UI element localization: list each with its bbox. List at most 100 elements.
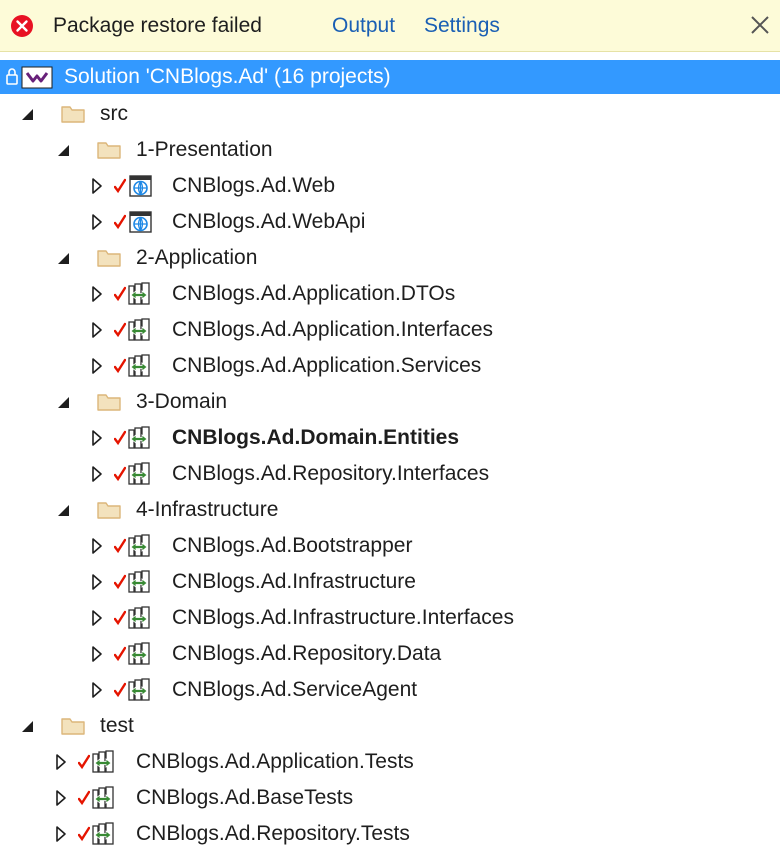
source-control-check-icon — [78, 790, 90, 806]
project-node[interactable]: CNBlogs.Ad.Bootstrapper — [0, 528, 780, 564]
class-library-project-icon — [128, 570, 150, 593]
project-node[interactable]: CNBlogs.Ad.Web — [0, 168, 780, 204]
folder-node[interactable]: 1-Presentation — [0, 132, 780, 168]
source-control-check-icon — [114, 538, 126, 554]
class-library-project-icon — [128, 606, 150, 629]
source-control-check-icon — [114, 610, 126, 626]
project-node[interactable]: CNBlogs.Ad.Repository.Interfaces — [0, 456, 780, 492]
folder-node[interactable]: test — [0, 708, 780, 744]
project-label: CNBlogs.Ad.Web — [172, 174, 336, 197]
project-node[interactable]: CNBlogs.Ad.BaseTests — [0, 780, 780, 816]
class-library-project-icon — [128, 318, 150, 341]
project-node[interactable]: CNBlogs.Ad.WebApi — [0, 204, 780, 240]
collapsed-arrow-icon[interactable] — [88, 681, 106, 699]
project-label: CNBlogs.Ad.WebApi — [172, 210, 366, 233]
folder-icon — [61, 718, 85, 735]
folder-node[interactable]: 4-Infrastructure — [0, 492, 780, 528]
expanded-arrow-icon[interactable] — [18, 717, 36, 735]
folder-icon — [97, 250, 121, 267]
project-label: CNBlogs.Ad.Application.Interfaces — [172, 318, 493, 341]
close-icon[interactable] — [748, 13, 772, 37]
source-control-check-icon — [114, 322, 126, 338]
collapsed-arrow-icon[interactable] — [88, 609, 106, 627]
collapsed-arrow-icon[interactable] — [88, 177, 106, 195]
solution-node[interactable]: Solution 'CNBlogs.Ad' (16 projects) — [0, 60, 780, 94]
solution-label: Solution 'CNBlogs.Ad' (16 projects) — [64, 65, 391, 88]
project-label: CNBlogs.Ad.Infrastructure.Interfaces — [172, 606, 514, 629]
project-node[interactable]: CNBlogs.Ad.Application.Tests — [0, 744, 780, 780]
folder-label: 1-Presentation — [136, 138, 273, 161]
error-icon — [11, 15, 33, 37]
project-node[interactable]: CNBlogs.Ad.Application.DTOs — [0, 276, 780, 312]
collapsed-arrow-icon[interactable] — [88, 213, 106, 231]
web-project-icon — [129, 175, 152, 197]
project-label: CNBlogs.Ad.ServiceAgent — [172, 678, 418, 701]
collapsed-arrow-icon[interactable] — [88, 357, 106, 375]
class-library-project-icon — [128, 642, 150, 665]
source-control-check-icon — [114, 646, 126, 662]
expanded-arrow-icon[interactable] — [54, 393, 72, 411]
project-node[interactable]: CNBlogs.Ad.ServiceAgent — [0, 672, 780, 708]
output-link[interactable]: Output — [332, 12, 395, 40]
info-bar: Package restore failed Output Settings — [0, 0, 780, 52]
web-project-icon — [129, 211, 152, 233]
class-library-project-icon — [128, 426, 150, 449]
solution-icon — [6, 66, 53, 89]
collapsed-arrow-icon[interactable] — [88, 645, 106, 663]
settings-link[interactable]: Settings — [424, 12, 500, 40]
class-library-project-icon — [128, 354, 150, 377]
folder-node[interactable]: 2-Application — [0, 240, 780, 276]
collapsed-arrow-icon[interactable] — [52, 825, 70, 843]
folder-label: 2-Application — [136, 246, 258, 269]
collapsed-arrow-icon[interactable] — [52, 789, 70, 807]
expanded-arrow-icon[interactable] — [54, 249, 72, 267]
class-library-project-icon — [92, 786, 114, 809]
source-control-check-icon — [114, 286, 126, 302]
expanded-arrow-icon[interactable] — [54, 141, 72, 159]
expanded-arrow-icon[interactable] — [18, 105, 36, 123]
project-label: CNBlogs.Ad.BaseTests — [136, 786, 354, 809]
project-node[interactable]: CNBlogs.Ad.Domain.Entities — [0, 420, 780, 456]
folder-icon — [97, 142, 121, 159]
source-control-check-icon — [114, 466, 126, 482]
source-control-check-icon — [114, 178, 126, 194]
class-library-project-icon — [128, 678, 150, 701]
project-node[interactable]: CNBlogs.Ad.Application.Services — [0, 348, 780, 384]
project-label: CNBlogs.Ad.Bootstrapper — [172, 534, 413, 557]
source-control-check-icon — [114, 682, 126, 698]
project-label: CNBlogs.Ad.Domain.Entities — [172, 426, 460, 449]
source-control-check-icon — [114, 430, 126, 446]
collapsed-arrow-icon[interactable] — [88, 537, 106, 555]
class-library-project-icon — [92, 750, 114, 773]
project-node[interactable]: CNBlogs.Ad.Application.Interfaces — [0, 312, 780, 348]
source-control-check-icon — [114, 214, 126, 230]
project-node[interactable]: CNBlogs.Ad.Infrastructure — [0, 564, 780, 600]
folder-label: test — [100, 714, 134, 737]
folder-node[interactable]: src — [0, 96, 780, 132]
project-label: CNBlogs.Ad.Application.Tests — [136, 750, 414, 773]
project-label: CNBlogs.Ad.Application.DTOs — [172, 282, 456, 305]
project-label: CNBlogs.Ad.Repository.Tests — [136, 822, 410, 845]
folder-label: 4-Infrastructure — [136, 498, 279, 521]
source-control-check-icon — [114, 358, 126, 374]
project-label: CNBlogs.Ad.Repository.Interfaces — [172, 462, 490, 485]
project-label: CNBlogs.Ad.Infrastructure — [172, 570, 416, 593]
folder-icon — [97, 502, 121, 519]
folder-icon — [97, 394, 121, 411]
project-node[interactable]: CNBlogs.Ad.Infrastructure.Interfaces — [0, 600, 780, 636]
collapsed-arrow-icon[interactable] — [52, 753, 70, 771]
class-library-project-icon — [92, 822, 114, 845]
source-control-check-icon — [78, 754, 90, 770]
collapsed-arrow-icon[interactable] — [88, 321, 106, 339]
source-control-check-icon — [78, 826, 90, 842]
folder-icon — [61, 106, 85, 123]
class-library-project-icon — [128, 534, 150, 557]
expanded-arrow-icon[interactable] — [54, 501, 72, 519]
folder-node[interactable]: 3-Domain — [0, 384, 780, 420]
collapsed-arrow-icon[interactable] — [88, 573, 106, 591]
collapsed-arrow-icon[interactable] — [88, 285, 106, 303]
collapsed-arrow-icon[interactable] — [88, 465, 106, 483]
collapsed-arrow-icon[interactable] — [88, 429, 106, 447]
folder-label: 3-Domain — [136, 390, 228, 413]
project-node[interactable]: CNBlogs.Ad.Repository.Data — [0, 636, 780, 672]
